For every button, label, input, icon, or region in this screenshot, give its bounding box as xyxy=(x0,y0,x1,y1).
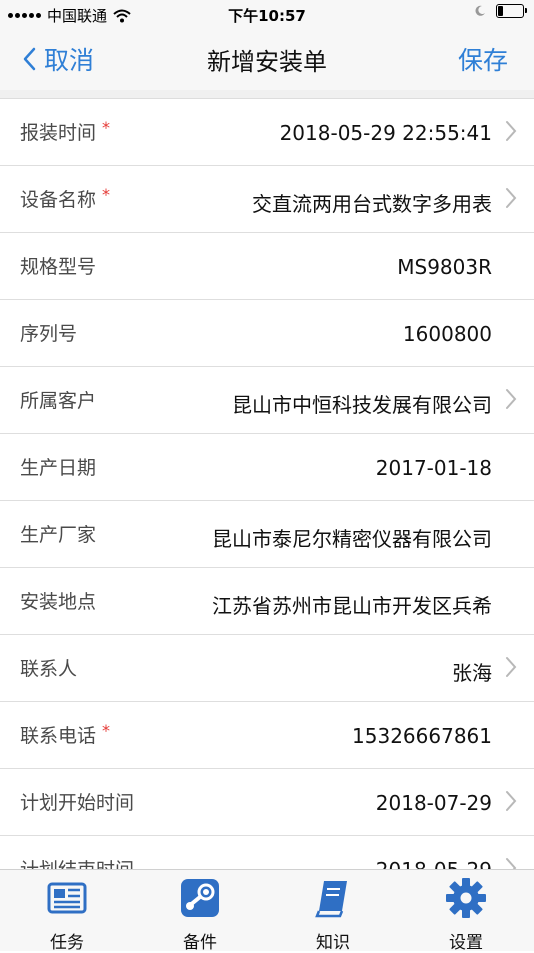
field-value: 张海 xyxy=(452,661,492,685)
tab-tasks[interactable]: 任务 xyxy=(27,876,107,953)
field-label: 序列号 xyxy=(20,323,78,345)
save-button[interactable]: 保存 xyxy=(458,41,508,77)
form-row-device-name[interactable]: 设备名称 * 交直流两用台式数字多用表 xyxy=(0,166,534,233)
tab-settings[interactable]: 设置 xyxy=(426,876,506,953)
field-label: 所属客户 xyxy=(20,390,97,412)
battery-icon xyxy=(496,4,527,18)
field-label: 设备名称 * xyxy=(20,185,111,211)
tab-label: 知识 xyxy=(316,933,350,953)
field-value: 昆山市泰尼尔精密仪器有限公司 xyxy=(212,527,492,551)
tab-label: 任务 xyxy=(50,933,84,953)
field-label: 联系电话 * xyxy=(20,721,111,747)
form-row-plan-start-time[interactable]: 计划开始时间 2018-07-29 xyxy=(0,769,534,836)
form-row-model: 规格型号 MS9803R xyxy=(0,233,534,300)
field-label: 生产厂家 xyxy=(20,524,97,546)
section-divider xyxy=(0,90,534,99)
field-label: 联系人 xyxy=(20,658,78,680)
navigation-bar: 取消 新增安装单 保存 xyxy=(0,28,534,91)
field-value: 2018-05-29 xyxy=(376,858,492,869)
form-row-manufacturer: 生产厂家 昆山市泰尼尔精密仪器有限公司 xyxy=(0,501,534,568)
field-value: 1600800 xyxy=(402,322,492,346)
task-list-icon xyxy=(47,882,87,914)
form-row-install-location[interactable]: 安装地点 江苏省苏州市昆山市开发区兵希 xyxy=(0,568,534,635)
form-row-contact-phone[interactable]: 联系电话 * 15326667861 xyxy=(0,702,534,769)
tab-knowledge[interactable]: 知识 xyxy=(293,876,373,953)
form-row-contact[interactable]: 联系人 张海 xyxy=(0,635,534,702)
required-mark: * xyxy=(102,118,111,137)
field-value: 交直流两用台式数字多用表 xyxy=(252,192,492,216)
required-mark: * xyxy=(102,185,111,204)
field-label: 安装地点 xyxy=(20,591,97,613)
form-row-plan-end-time[interactable]: 计划结束时间 2018-05-29 xyxy=(0,836,534,869)
field-label: 计划开始时间 xyxy=(20,792,135,814)
field-value: 2018-05-29 22:55:41 xyxy=(279,121,492,145)
field-label: 报装时间 * xyxy=(20,118,111,144)
chevron-right-icon xyxy=(506,121,517,141)
field-value: MS9803R xyxy=(397,255,492,279)
field-value: 昆山市中恒科技发展有限公司 xyxy=(232,393,492,417)
status-bar: 中国联通 下午10:57 xyxy=(0,0,534,28)
field-label: 计划结束时间 xyxy=(20,855,134,869)
page-title: 新增安装单 xyxy=(207,48,327,76)
form-list: 报装时间 * 2018-05-29 22:55:41 设备名称 * 交直流两用台式数… xyxy=(0,99,534,869)
status-right xyxy=(474,4,527,18)
status-time: 下午10:57 xyxy=(228,7,306,25)
form-row-serial-number: 序列号 1600800 xyxy=(0,300,534,367)
form-row-production-date: 生产日期 2017-01-18 xyxy=(0,434,534,501)
book-icon xyxy=(315,881,347,918)
form-row-install-request-time[interactable]: 报装时间 * 2018-05-29 22:55:41 xyxy=(0,99,534,166)
field-value: 2018-07-29 xyxy=(375,791,492,815)
tab-label: 设置 xyxy=(449,933,483,953)
tab-bar: 任务 备件 知识 设置 xyxy=(0,869,534,953)
field-label: 规格型号 xyxy=(20,256,97,278)
steam-parts-icon xyxy=(181,879,219,917)
field-value: 2017-01-18 xyxy=(375,456,492,480)
chevron-right-icon xyxy=(506,858,517,869)
moon-icon xyxy=(475,5,485,16)
location-input[interactable]: 江苏省苏州市昆山市开发区兵希 xyxy=(212,590,492,619)
required-mark: * xyxy=(102,721,111,740)
phone-input[interactable]: 15326667861 xyxy=(352,724,492,748)
tab-label: 备件 xyxy=(183,933,217,953)
field-label: 生产日期 xyxy=(20,457,97,479)
chevron-right-icon xyxy=(506,188,517,208)
chevron-right-icon xyxy=(506,657,517,677)
form-row-customer[interactable]: 所属客户 昆山市中恒科技发展有限公司 xyxy=(0,367,534,434)
tab-parts[interactable]: 备件 xyxy=(160,876,240,953)
gear-icon xyxy=(446,878,486,918)
chevron-right-icon xyxy=(506,791,517,811)
chevron-right-icon xyxy=(506,389,517,409)
